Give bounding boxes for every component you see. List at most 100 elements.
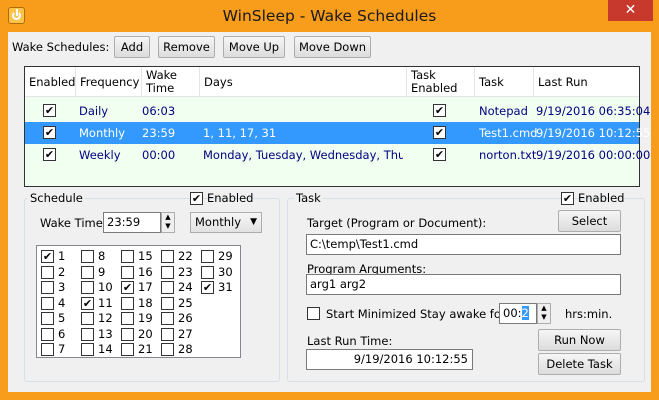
day-label: 15 — [138, 249, 153, 263]
day-label: 1 — [58, 249, 66, 263]
day-checkbox-box[interactable]: ✔ — [121, 281, 134, 294]
day-checkbox-box[interactable] — [81, 250, 94, 263]
row-task: norton.txt — [479, 148, 537, 162]
grid-header: Enabled Frequency Wake Time Days Task En… — [25, 67, 639, 97]
day-checkbox-box[interactable] — [121, 265, 134, 279]
target-input[interactable]: C:\temp\Test1.cmd — [306, 234, 621, 255]
day-label: 25 — [178, 295, 193, 310]
header-task-enabled[interactable]: Task Enabled — [407, 67, 475, 97]
day-checkbox-box[interactable] — [81, 312, 94, 325]
move-down-button[interactable]: Move Down — [294, 36, 371, 58]
day-checkbox-box[interactable] — [161, 250, 174, 263]
frequency-value: Monthly — [195, 215, 242, 229]
day-checkbox-box[interactable] — [161, 312, 174, 325]
add-button[interactable]: Add — [114, 36, 150, 58]
day-checkbox-box[interactable] — [161, 265, 174, 279]
remove-button[interactable]: Remove — [158, 36, 215, 58]
header-wake-time[interactable]: Wake Time — [142, 67, 200, 97]
wake-time-label: Wake Time: — [40, 216, 107, 230]
table-row-selected[interactable]: ✔ Monthly 23:59 1, 11, 17, 31 ✔ Test1.cm… — [25, 122, 650, 144]
day-checkbox-box[interactable] — [121, 250, 134, 263]
row-task-enabled-checkbox[interactable]: ✔ — [433, 104, 446, 117]
schedule-enabled-checkbox[interactable]: ✔ — [190, 192, 203, 205]
select-button[interactable]: Select — [558, 210, 621, 232]
day-label: 16 — [138, 264, 153, 279]
day-label: 20 — [138, 326, 153, 341]
row-task-enabled-checkbox[interactable]: ✔ — [433, 148, 446, 161]
delete-task-button[interactable]: Delete Task — [538, 353, 621, 375]
schedules-grid[interactable]: Enabled Frequency Wake Time Days Task En… — [24, 66, 650, 187]
stay-awake-spinner[interactable]: ▲ ▼ — [537, 303, 551, 324]
day-checkbox-box[interactable] — [41, 281, 54, 294]
day-label: 8 — [98, 249, 106, 263]
stay-awake-hours: 00: — [503, 306, 522, 320]
row-wake-time: 23:59 — [142, 126, 176, 140]
day-label: 23 — [178, 264, 193, 279]
day-checkbox-box[interactable] — [121, 343, 134, 356]
target-label: Target (Program or Document): — [307, 216, 487, 230]
header-task[interactable]: Task — [475, 67, 534, 97]
frequency-select[interactable]: Monthly ▼ — [190, 212, 262, 233]
day-label: 28 — [178, 342, 193, 356]
stay-awake-label: Stay awake for: — [420, 307, 510, 321]
main-panel: Wake Schedules: Add Remove Move Up Move … — [8, 32, 651, 392]
day-checkbox-box[interactable] — [81, 281, 94, 294]
run-now-button[interactable]: Run Now — [538, 329, 621, 351]
day-label: 18 — [138, 295, 153, 310]
day-label: 5 — [58, 311, 66, 325]
stay-awake-input[interactable]: 00:2 — [499, 303, 537, 324]
program-arguments-input[interactable]: arg1 arg2 — [306, 274, 621, 295]
row-task-enabled-checkbox[interactable]: ✔ — [433, 126, 446, 139]
day-label: 12 — [98, 311, 113, 325]
day-checkbox-box[interactable] — [121, 312, 134, 325]
wake-schedules-label: Wake Schedules: — [12, 40, 110, 54]
day-checkbox-box[interactable]: ✔ — [41, 250, 54, 263]
header-enabled[interactable]: Enabled — [25, 67, 76, 97]
day-label: 14 — [98, 342, 113, 356]
day-checkbox-box[interactable] — [81, 343, 94, 356]
header-last-run[interactable]: Last Run — [534, 67, 639, 97]
title-bar[interactable]: WinSleep - Wake Schedules ✕ — [0, 0, 659, 32]
day-checkbox-box[interactable] — [41, 296, 54, 310]
start-minimized-checkbox[interactable] — [307, 307, 320, 320]
day-checkbox-box[interactable] — [41, 312, 54, 325]
day-checkbox-box[interactable] — [41, 265, 54, 279]
task-enabled-checkbox[interactable]: ✔ — [561, 192, 574, 205]
row-wake-time: 06:03 — [142, 104, 176, 118]
table-row[interactable]: ✔ Daily 06:03 ✔ Notepad 9/19/2016 06:35:… — [25, 100, 650, 122]
day-checkbox-box[interactable] — [81, 265, 94, 279]
table-row[interactable]: ✔ Weekly 00:00 Monday, Tuesday, Wednesda… — [25, 144, 650, 166]
row-days: 1, 11, 17, 31 — [203, 126, 277, 140]
day-checkbox-box[interactable] — [201, 265, 214, 279]
wake-time-input[interactable]: 23:59 — [103, 212, 161, 233]
row-enabled-checkbox[interactable]: ✔ — [43, 126, 56, 139]
header-frequency[interactable]: Frequency — [76, 67, 142, 97]
row-frequency: Weekly — [79, 148, 121, 162]
day-checkbox-box[interactable] — [41, 343, 54, 356]
day-checkbox-box[interactable] — [41, 327, 54, 341]
day-checkbox-box[interactable] — [161, 296, 174, 310]
day-checkbox-box[interactable] — [81, 327, 94, 341]
day-label: 19 — [138, 311, 153, 325]
row-enabled-checkbox[interactable]: ✔ — [43, 148, 56, 161]
day-checkbox-box[interactable] — [161, 343, 174, 356]
day-checkbox-box[interactable] — [161, 281, 174, 294]
day-label: 2 — [58, 264, 66, 279]
day-checkbox-box[interactable] — [121, 327, 134, 341]
schedule-group-title: Schedule — [28, 191, 85, 205]
day-label: 27 — [178, 326, 193, 341]
wake-time-spinner[interactable]: ▲ ▼ — [161, 212, 175, 233]
days-checklist[interactable]: ✔ 1 2 3 4 5 6 7 8 9 10 ✔ 11 12 13 14 15 16 ✔ 17 18 19 20 21 22 23… — [36, 245, 241, 358]
day-checkbox-box[interactable] — [161, 327, 174, 341]
day-checkbox-box[interactable]: ✔ — [81, 296, 94, 310]
row-enabled-checkbox[interactable]: ✔ — [43, 104, 56, 117]
day-label: 24 — [178, 280, 193, 294]
day-checkbox-box[interactable] — [121, 296, 134, 310]
day-checkbox-box[interactable]: ✔ — [201, 281, 214, 294]
chevron-down-icon: ▼ — [250, 217, 257, 227]
header-days[interactable]: Days — [200, 67, 407, 97]
last-run-time-field: 9/19/2016 10:12:55 — [306, 349, 473, 370]
day-checkbox-box[interactable] — [201, 250, 214, 263]
close-button[interactable]: ✕ — [608, 0, 653, 21]
move-up-button[interactable]: Move Up — [223, 36, 285, 58]
